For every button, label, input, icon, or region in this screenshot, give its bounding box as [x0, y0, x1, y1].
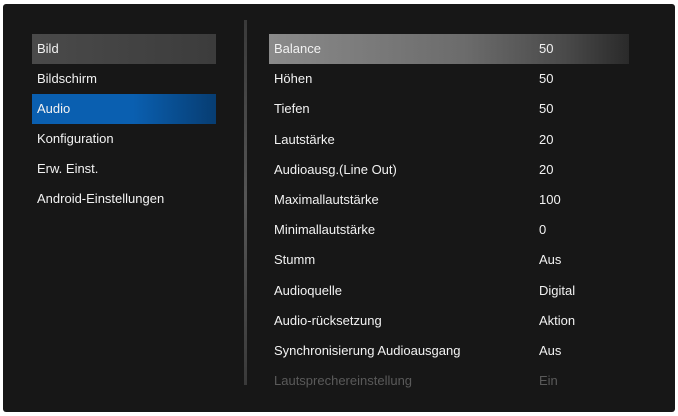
osd-screen: Bild Bildschirm Audio Konfiguration Erw.…	[3, 4, 675, 412]
setting-label: Synchronisierung Audioausgang	[274, 342, 461, 358]
setting-value: 100	[539, 191, 561, 207]
setting-value: Aus	[539, 342, 562, 358]
sidebar-item-erw-einst[interactable]: Erw. Einst.	[32, 154, 216, 184]
setting-label: Stumm	[274, 252, 316, 268]
setting-value: 20	[539, 131, 554, 147]
setting-label: Audio-rücksetzung	[274, 312, 382, 328]
setting-label: Lautsprechereinstellung	[274, 373, 413, 389]
setting-label: Minimallautstärke	[274, 222, 376, 238]
setting-label: Lautstärke	[274, 131, 335, 147]
setting-value: 50	[539, 41, 554, 56]
setting-value: 0	[539, 222, 547, 238]
menu-divider	[244, 20, 247, 385]
setting-row-hoehen[interactable]: Höhen 50	[269, 64, 629, 94]
setting-label: Höhen	[274, 71, 313, 87]
sidebar-item-android-einstellungen[interactable]: Android-Einstellungen	[32, 184, 216, 214]
setting-value: 50	[539, 101, 554, 117]
setting-label: Audioquelle	[274, 282, 342, 298]
setting-row-tiefen[interactable]: Tiefen 50	[269, 94, 629, 124]
sidebar-item-bildschirm[interactable]: Bildschirm	[32, 64, 216, 94]
setting-label: Maximallautstärke	[274, 191, 379, 207]
setting-value: Aktion	[539, 312, 576, 328]
setting-row-audio-ruecksetzung[interactable]: Audio-rücksetzung Aktion	[269, 306, 629, 336]
setting-label: Balance	[274, 41, 321, 56]
setting-value: 20	[539, 161, 554, 177]
setting-value: 50	[539, 71, 554, 87]
setting-row-stumm[interactable]: Stumm Aus	[269, 245, 629, 275]
setting-value: Aus	[539, 252, 562, 268]
setting-label: Audioausg.(Line Out)	[274, 161, 397, 177]
sidebar-item-bild[interactable]: Bild	[32, 34, 216, 64]
setting-row-audioquelle[interactable]: Audioquelle Digital	[269, 276, 629, 306]
setting-row-maximallautstaerke[interactable]: Maximallautstärke 100	[269, 185, 629, 215]
setting-row-synchronisierung-audioausgang[interactable]: Synchronisierung Audioausgang Aus	[269, 336, 629, 366]
setting-row-lautstaerke[interactable]: Lautstärke 20	[269, 125, 629, 155]
sidebar-item-audio[interactable]: Audio	[32, 94, 216, 124]
setting-row-balance[interactable]: Balance 50	[269, 34, 629, 65]
sidebar-item-konfiguration[interactable]: Konfiguration	[32, 124, 216, 154]
audio-settings-list: Balance 50 Höhen 50 Tiefen 50 Lautstärke…	[269, 34, 629, 396]
setting-value: Ein	[539, 373, 558, 389]
setting-label: Tiefen	[274, 101, 310, 117]
setting-row-audioausg-line-out[interactable]: Audioausg.(Line Out) 20	[269, 155, 629, 185]
setting-value: Digital	[539, 282, 576, 298]
setting-row-minimallautstaerke[interactable]: Minimallautstärke 0	[269, 215, 629, 245]
sidebar-menu: Bild Bildschirm Audio Konfiguration Erw.…	[32, 34, 216, 214]
setting-row-lautsprechereinstellung: Lautsprechereinstellung Ein	[269, 366, 629, 396]
